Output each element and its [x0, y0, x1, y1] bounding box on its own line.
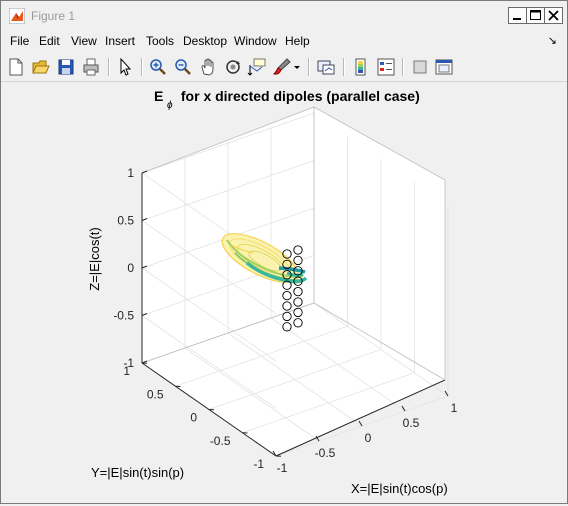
open-file-icon[interactable] — [31, 57, 51, 77]
new-figure-icon[interactable] — [6, 57, 26, 77]
link-plot-icon[interactable] — [316, 57, 336, 77]
dock-arrow-icon[interactable]: ↘ — [548, 34, 557, 47]
toolbar-separator — [402, 58, 404, 76]
brush-icon[interactable] — [272, 57, 292, 77]
toolbar-separator — [108, 58, 110, 76]
y-axis-label: Y=|E|sin(t)sin(p) — [91, 465, 184, 480]
z-tick-label: 1 — [127, 166, 134, 180]
x-tick-label: -0.5 — [315, 446, 336, 460]
plot-title-main: E — [154, 88, 163, 104]
show-plot-tools-icon[interactable] — [434, 57, 454, 77]
y-tick-label: -0.5 — [210, 434, 231, 448]
minimize-icon — [509, 8, 526, 23]
menu-bar: File Edit View Insert Tools Desktop Wind… — [1, 31, 567, 51]
toolbar-separator — [308, 58, 310, 76]
close-icon — [545, 8, 562, 23]
save-icon[interactable] — [56, 57, 76, 77]
menu-edit[interactable]: Edit — [39, 34, 60, 48]
x-tick-label: 0.5 — [403, 416, 420, 430]
menu-tools[interactable]: Tools — [146, 34, 174, 48]
minimize-button[interactable] — [508, 7, 527, 24]
close-button[interactable] — [544, 7, 563, 24]
pan-hand-icon[interactable] — [198, 57, 218, 77]
menu-insert[interactable]: Insert — [105, 34, 135, 48]
rotate-3d-icon[interactable] — [223, 57, 243, 77]
x-axis-label: X=|E|sin(t)cos(p) — [351, 481, 448, 496]
y-tick-label: -1 — [253, 457, 264, 471]
y-tick-label: 0.5 — [147, 387, 164, 401]
plot-title-subscript: ϕ — [167, 100, 173, 111]
figure-canvas: E ϕ for x directed dipoles (parallel cas… — [3, 83, 565, 501]
brush-dropdown-icon[interactable] — [292, 57, 302, 77]
window-title: Figure 1 — [31, 9, 75, 23]
maximize-button[interactable] — [526, 7, 545, 24]
matlab-icon — [9, 8, 25, 24]
data-cursor-icon[interactable] — [247, 57, 267, 77]
menu-window[interactable]: Window — [234, 34, 277, 48]
menu-view[interactable]: View — [71, 34, 97, 48]
y-tick-label: 0 — [190, 411, 197, 425]
insert-legend-icon[interactable] — [376, 57, 396, 77]
toolbar-separator — [343, 58, 345, 76]
z-tick-label: -0.5 — [113, 309, 134, 323]
x-tick-label: 0 — [365, 431, 372, 445]
edit-plot-arrow-icon[interactable] — [115, 57, 135, 77]
hide-plot-tools-icon[interactable] — [410, 57, 430, 77]
insert-colorbar-icon[interactable] — [351, 57, 371, 77]
title-bar: Figure 1 — [1, 1, 567, 31]
figure-window: Figure 1 File Edit View Insert Tools Des… — [0, 0, 568, 504]
print-icon[interactable] — [81, 57, 101, 77]
menu-file[interactable]: File — [10, 34, 29, 48]
menu-desktop[interactable]: Desktop — [183, 34, 227, 48]
x-tick-label: -1 — [277, 461, 288, 475]
plot-title-rest: for x directed dipoles (parallel case) — [177, 88, 420, 104]
zoom-out-icon[interactable] — [173, 57, 193, 77]
axes-3d[interactable]: E ϕ for x directed dipoles (parallel cas… — [3, 83, 565, 501]
y-tick-label: 1 — [123, 364, 130, 378]
zoom-in-icon[interactable] — [148, 57, 168, 77]
x-tick-label: 1 — [451, 401, 458, 415]
maximize-icon — [527, 8, 544, 23]
figure-toolbar — [1, 53, 567, 82]
z-tick-label: 0 — [127, 261, 134, 275]
menu-help[interactable]: Help — [285, 34, 310, 48]
z-tick-label: 0.5 — [117, 214, 134, 228]
toolbar-separator — [141, 58, 143, 76]
z-axis-label: Z=|E|cos(t) — [87, 227, 102, 290]
